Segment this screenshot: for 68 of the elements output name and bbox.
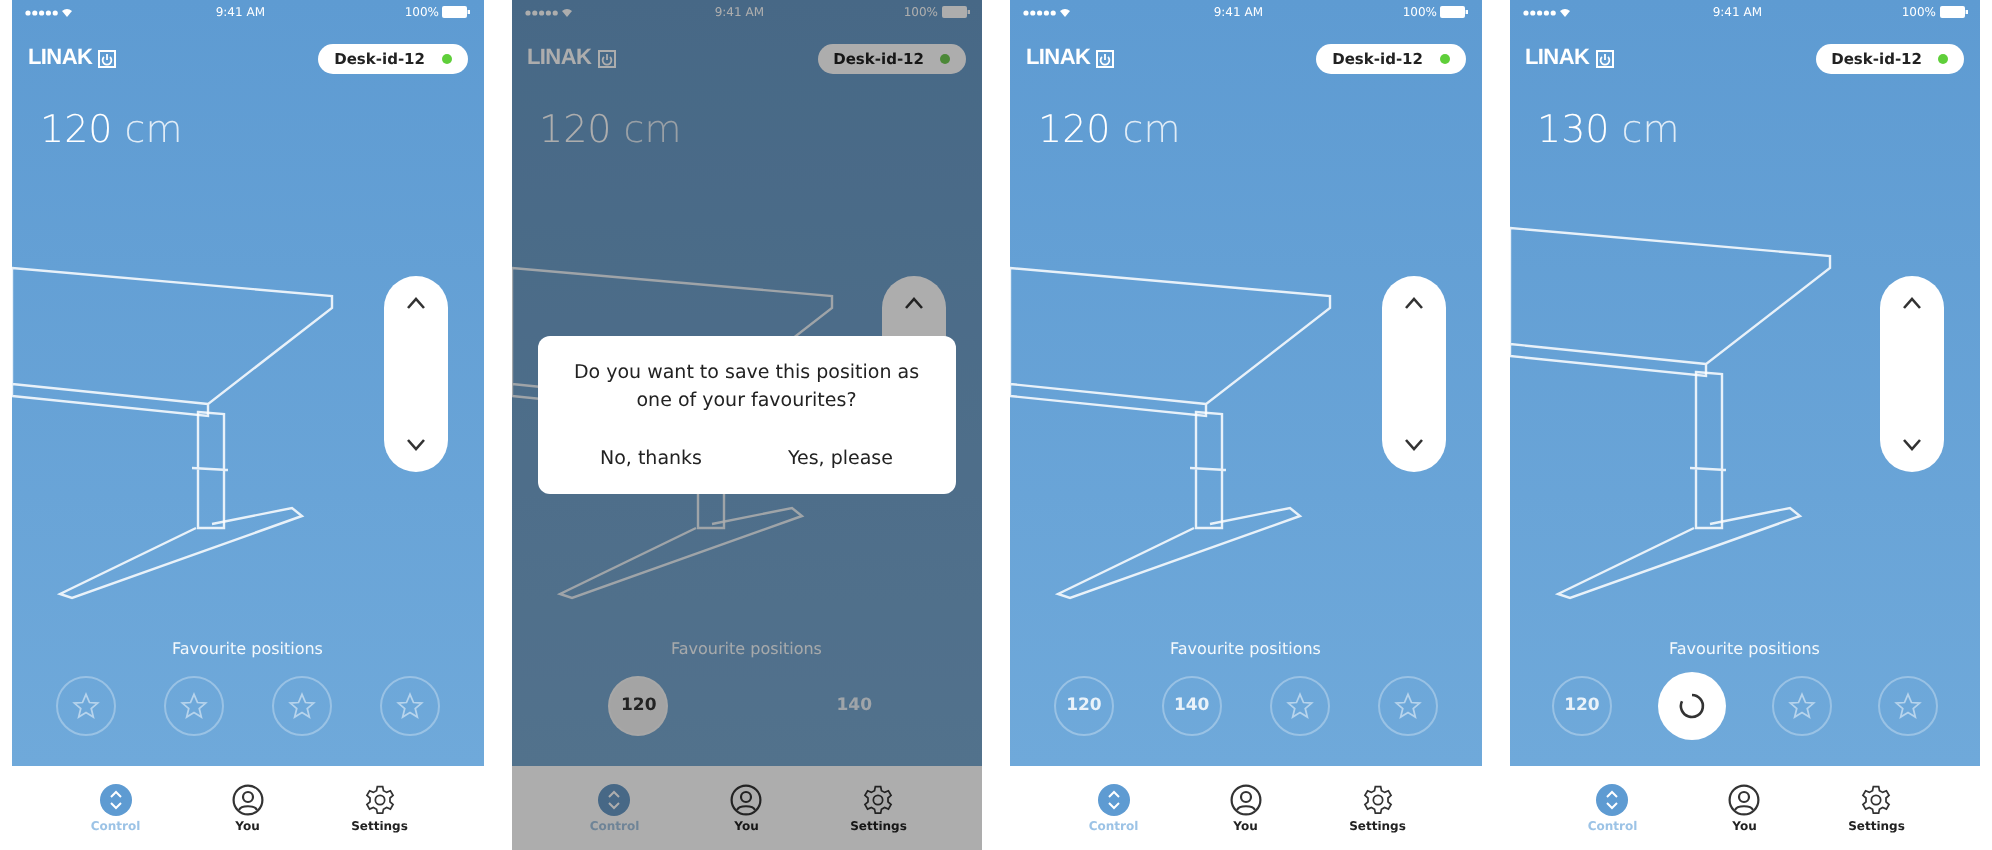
favourite-slot[interactable] [271,676,332,736]
favourite-slot[interactable] [1377,676,1438,736]
favourite-slot[interactable] [1877,676,1938,736]
up-down-icon [99,783,132,815]
height-unit: cm [1621,108,1680,152]
battery-icon [941,6,970,18]
logo-icon [1595,49,1614,67]
favourite-slot[interactable] [379,676,440,736]
settings-icon [862,783,895,815]
height-unit: cm [1122,108,1181,152]
favourites-label: Favourite positions [669,638,824,662]
favourite-slot[interactable] [55,676,116,736]
loading-indicator [1657,672,1726,740]
user-icon [1728,783,1761,815]
battery-icon [1440,6,1469,18]
logo-icon [597,49,616,67]
chevron-down-icon[interactable] [1902,438,1922,452]
favourites-label: Favourite positions [1168,638,1323,662]
settings-icon [363,783,396,815]
favourite-slot[interactable] [163,676,224,736]
dialog-message: Do you want to save this position as one of your favourites? [571,360,922,416]
chevron-up-icon[interactable] [1902,296,1922,310]
height-value: 130 [1537,108,1610,152]
height-value: 120 [1038,108,1111,152]
brand-logo-text: LINAK [1525,46,1590,70]
user-icon [730,783,763,815]
logo-icon [1096,49,1115,67]
user-icon [231,783,264,815]
chevron-up-icon[interactable] [1403,296,1423,310]
star-icon [1893,692,1922,720]
star-icon [1787,692,1816,720]
up-down-icon [598,783,631,815]
favourite-slot[interactable] [1269,676,1330,736]
height-value: 120 [539,108,612,152]
star-icon [1393,692,1422,720]
chevron-up-icon[interactable] [405,296,425,310]
height-unit: cm [623,108,682,152]
signal-wifi-icon [1022,7,1074,17]
height-value: 120 [40,108,113,152]
brand-logo-text: LINAK [1026,46,1091,70]
star-icon [395,692,424,720]
chevron-down-icon[interactable] [1403,438,1423,452]
favourite-position[interactable]: 120 [608,676,669,736]
height-unit: cm [124,108,183,152]
favourites-label: Favourite positions [1667,638,1822,662]
brand-logo-text: LINAK [527,46,592,70]
chevron-down-icon[interactable] [405,438,425,452]
favourites-label: Favourite positions [170,638,325,662]
settings-icon [1860,783,1893,815]
user-icon [1229,783,1262,815]
signal-wifi-icon [24,7,76,17]
up-down-icon [1097,783,1130,815]
brand-logo-text: LINAK [28,46,93,70]
signal-wifi-icon [1521,7,1573,17]
settings-icon [1361,783,1394,815]
up-down-icon [1596,783,1629,815]
star-icon [287,692,316,720]
favourite-slot[interactable] [1771,676,1832,736]
battery-icon [442,6,471,18]
dialog-button[interactable]: No, thanks [591,443,710,474]
star-icon [179,692,208,720]
chevron-up-icon[interactable] [904,296,924,310]
signal-wifi-icon [523,7,575,17]
star-icon [1285,692,1314,720]
logo-icon [98,49,117,67]
dialog-button[interactable]: Yes, please [779,443,901,474]
battery-icon [1939,6,1968,18]
star-icon [71,692,100,720]
